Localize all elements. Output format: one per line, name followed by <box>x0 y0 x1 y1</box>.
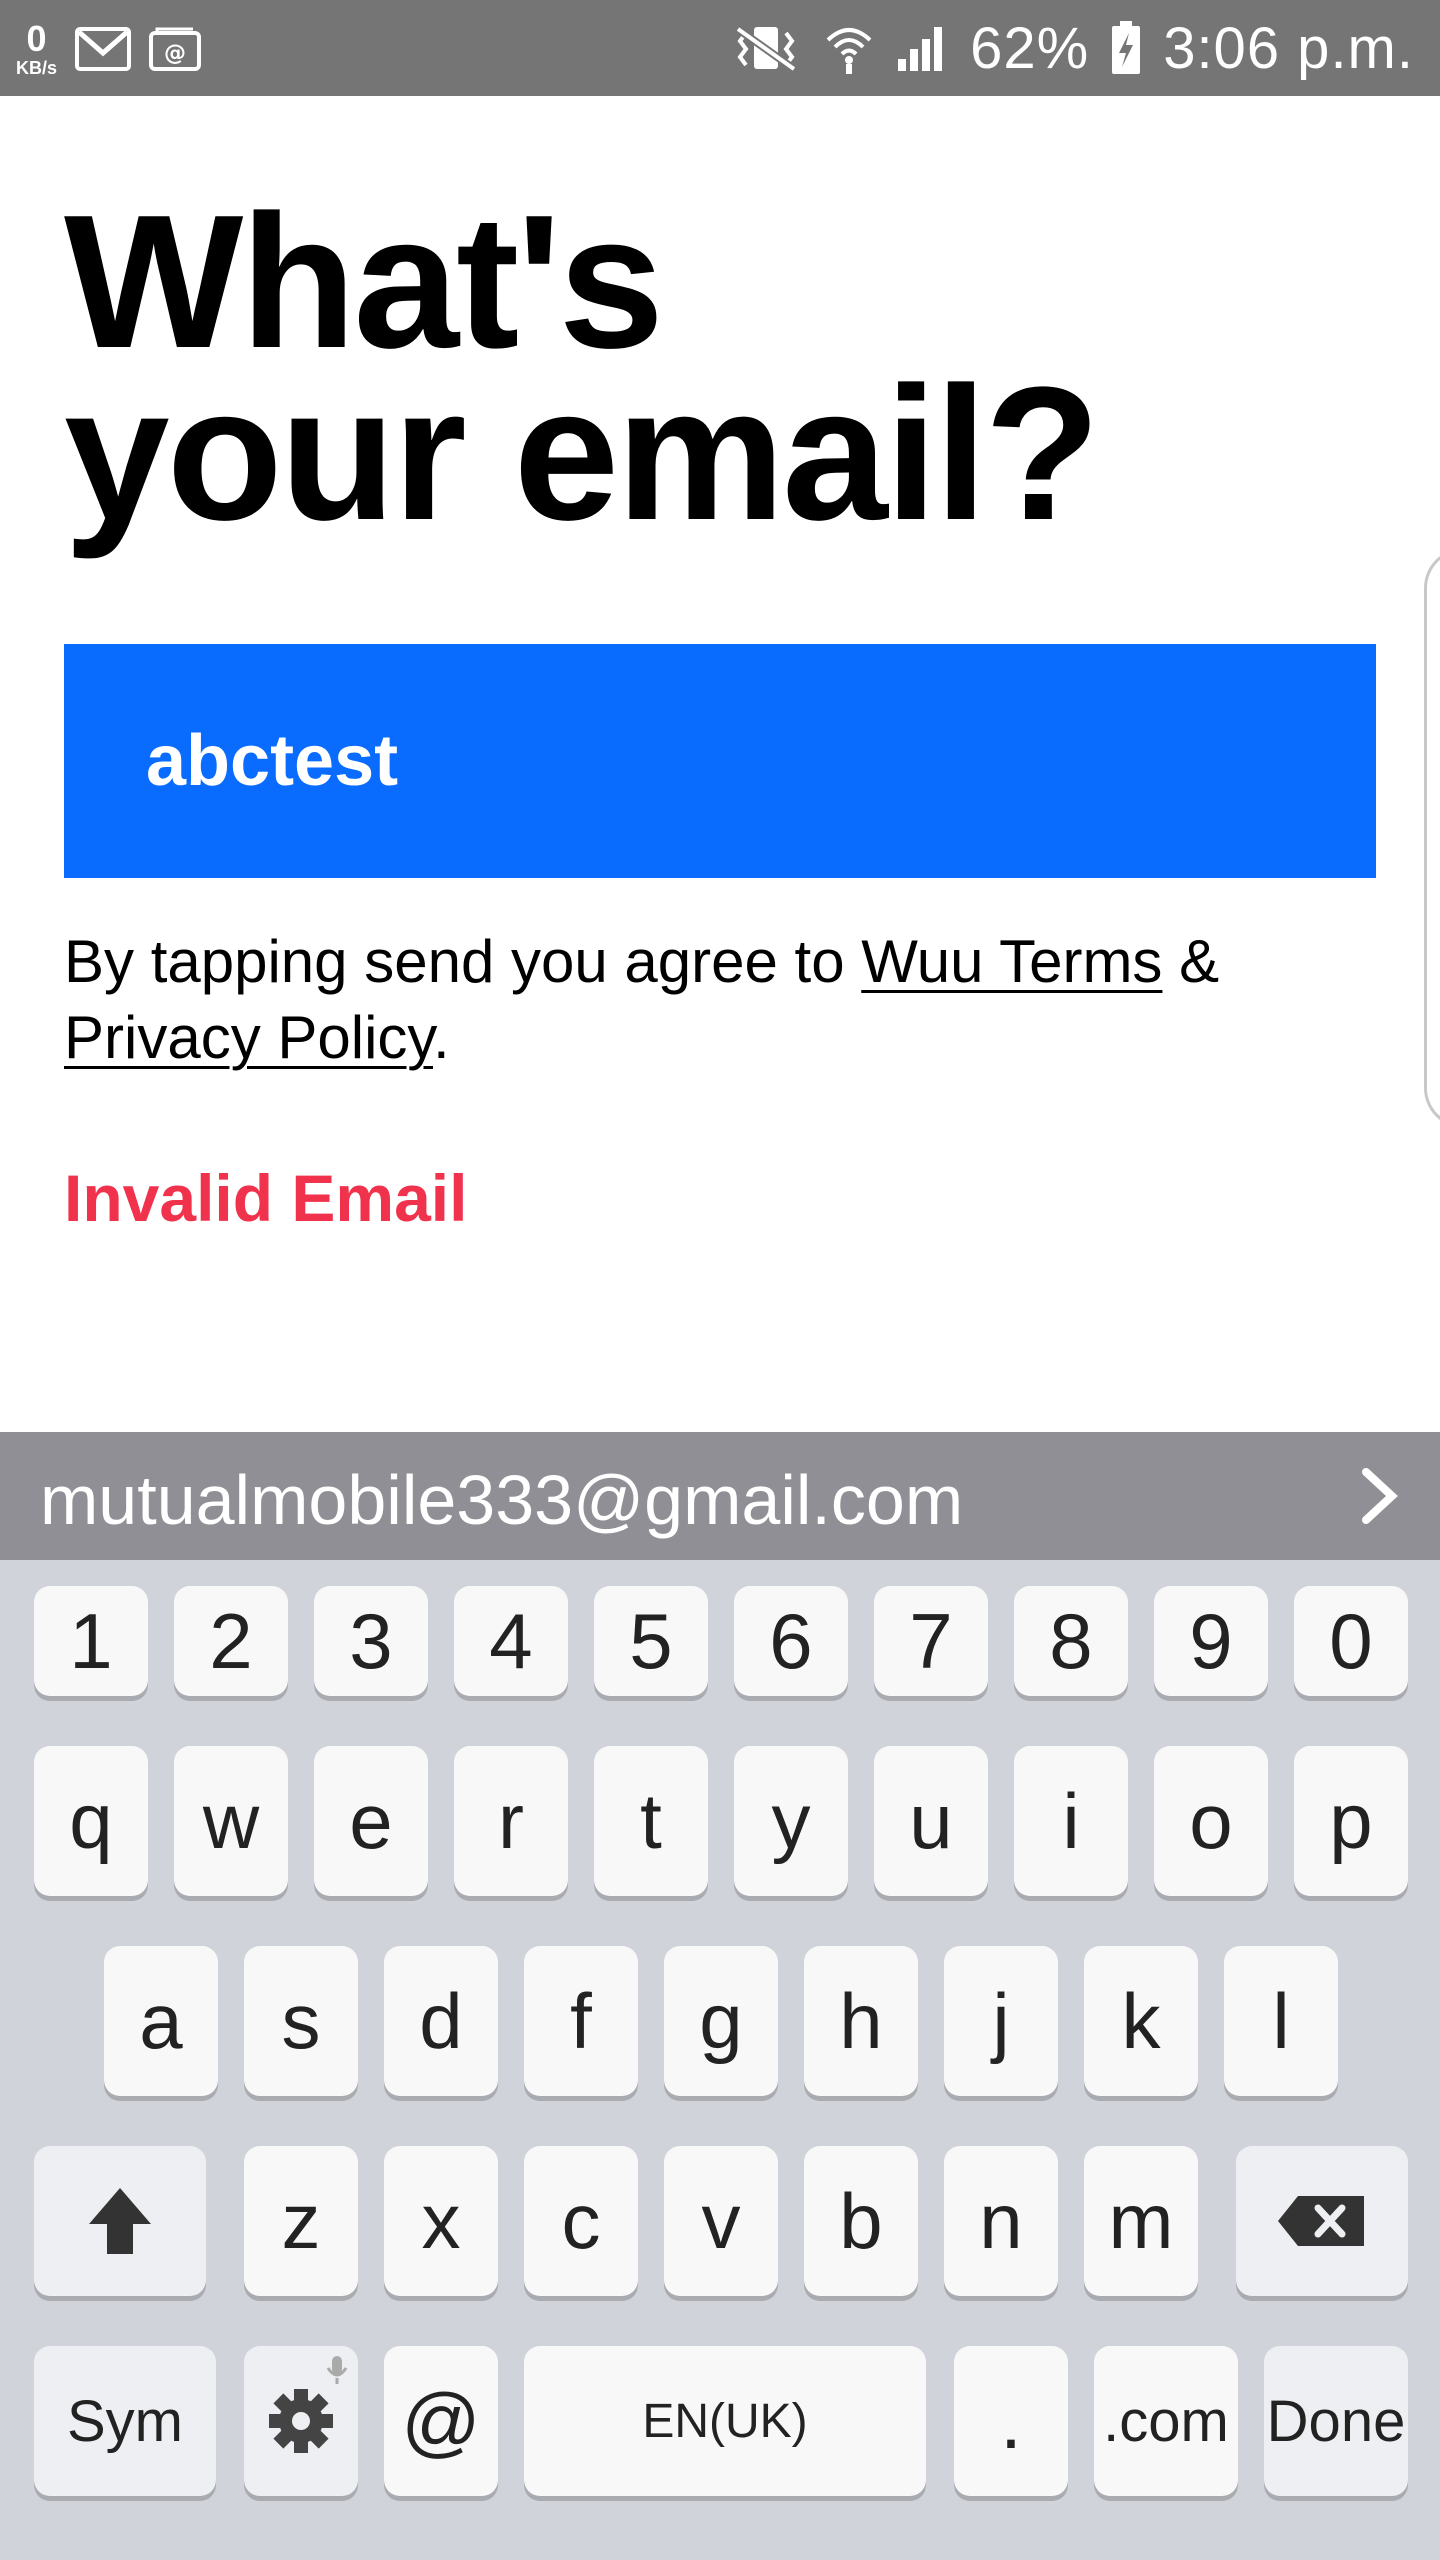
gear-icon <box>269 2389 333 2453</box>
key-p[interactable]: p <box>1294 1746 1408 1896</box>
privacy-policy-link[interactable]: Privacy Policy <box>64 1004 433 1071</box>
suggestion-bar: mutualmobile333@gmail.com <box>0 1432 1440 1560</box>
key-b[interactable]: b <box>804 2146 918 2296</box>
terms-ampersand: & <box>1162 928 1220 995</box>
terms-prefix: By tapping send you agree to <box>64 928 862 995</box>
key-z[interactable]: z <box>244 2146 358 2296</box>
settings-key[interactable] <box>244 2346 358 2496</box>
key-e[interactable]: e <box>314 1746 428 1896</box>
key-l[interactable]: l <box>1224 1946 1338 2096</box>
edge-panel-handle[interactable] <box>1424 548 1440 1128</box>
key-f[interactable]: f <box>524 1946 638 2096</box>
network-speed: 0 KB/s <box>16 18 58 78</box>
key-6[interactable]: 6 <box>734 1586 848 1696</box>
key-n[interactable]: n <box>944 2146 1058 2296</box>
key-t[interactable]: t <box>594 1746 708 1896</box>
key-v[interactable]: v <box>664 2146 778 2296</box>
terms-period: . <box>432 1004 450 1071</box>
key-0[interactable]: 0 <box>1294 1586 1408 1696</box>
key-m[interactable]: m <box>1084 2146 1198 2296</box>
battery-percent: 62% <box>970 15 1090 81</box>
key-g[interactable]: g <box>664 1946 778 2096</box>
key-5[interactable]: 5 <box>594 1586 708 1696</box>
vibrate-icon <box>730 23 802 73</box>
page-title-line-1: What's <box>64 176 664 388</box>
status-left-icons: 0 KB/s @ <box>16 14 202 84</box>
key-x[interactable]: x <box>384 2146 498 2296</box>
space-key[interactable]: EN(UK) <box>524 2346 926 2496</box>
key-2[interactable]: 2 <box>174 1586 288 1696</box>
key-c[interactable]: c <box>524 2146 638 2296</box>
key-d[interactable]: d <box>384 1946 498 2096</box>
email-suggestion[interactable]: mutualmobile333@gmail.com <box>40 1460 963 1540</box>
page-title: What's your email? <box>64 176 1100 560</box>
key-a[interactable]: a <box>104 1946 218 2096</box>
key-1[interactable]: 1 <box>34 1586 148 1696</box>
key-i[interactable]: i <box>1014 1746 1128 1896</box>
key-3[interactable]: 3 <box>314 1586 428 1696</box>
wifi-icon <box>824 20 874 76</box>
network-speed-value: 0 <box>26 18 47 59</box>
email-input[interactable]: abctest <box>64 644 1376 878</box>
key-h[interactable]: h <box>804 1946 918 2096</box>
chevron-right-icon[interactable] <box>1358 1466 1402 1531</box>
key-r[interactable]: r <box>454 1746 568 1896</box>
period-key[interactable]: . <box>954 2346 1068 2496</box>
key-s[interactable]: s <box>244 1946 358 2096</box>
key-q[interactable]: q <box>34 1746 148 1896</box>
key-7[interactable]: 7 <box>874 1586 988 1696</box>
symbols-key[interactable]: Sym <box>34 2346 216 2496</box>
key-o[interactable]: o <box>1154 1746 1268 1896</box>
key-8[interactable]: 8 <box>1014 1586 1128 1696</box>
key-y[interactable]: y <box>734 1746 848 1896</box>
key-w[interactable]: w <box>174 1746 288 1896</box>
status-right-icons: 62% 3:06 p.m. <box>730 0 1414 96</box>
microphone-icon <box>326 2356 348 2384</box>
keyboard: 1 2 3 4 5 6 7 8 9 0 q w e r t y u i o p … <box>0 1560 1440 2560</box>
battery-charging-icon <box>1111 21 1141 75</box>
wuu-terms-link[interactable]: Wuu Terms <box>861 928 1162 995</box>
email-input-value[interactable]: abctest <box>146 720 398 802</box>
shift-arrow-icon <box>89 2188 151 2254</box>
backspace-key[interactable] <box>1236 2146 1408 2296</box>
key-9[interactable]: 9 <box>1154 1586 1268 1696</box>
status-bar: 0 KB/s @ 62% 3:06 p.m. <box>0 0 1440 96</box>
gmail-icon <box>75 27 132 71</box>
signal-icon <box>896 23 948 73</box>
network-speed-unit: KB/s <box>16 58 58 78</box>
key-k[interactable]: k <box>1084 1946 1198 2096</box>
svg-text:@: @ <box>164 41 186 66</box>
terms-notice: By tapping send you agree to Wuu Terms &… <box>64 924 1364 1076</box>
clock: 3:06 p.m. <box>1163 15 1414 81</box>
backspace-icon <box>1278 2196 1364 2246</box>
at-key[interactable]: @ <box>384 2346 498 2496</box>
dotcom-key[interactable]: .com <box>1094 2346 1238 2496</box>
key-4[interactable]: 4 <box>454 1586 568 1696</box>
key-j[interactable]: j <box>944 1946 1058 2096</box>
shift-key[interactable] <box>34 2146 206 2296</box>
page-title-line-2: your email? <box>64 348 1100 560</box>
key-u[interactable]: u <box>874 1746 988 1896</box>
email-icon: @ <box>149 27 202 71</box>
done-key[interactable]: Done <box>1264 2346 1408 2496</box>
error-message: Invalid Email <box>64 1161 468 1235</box>
